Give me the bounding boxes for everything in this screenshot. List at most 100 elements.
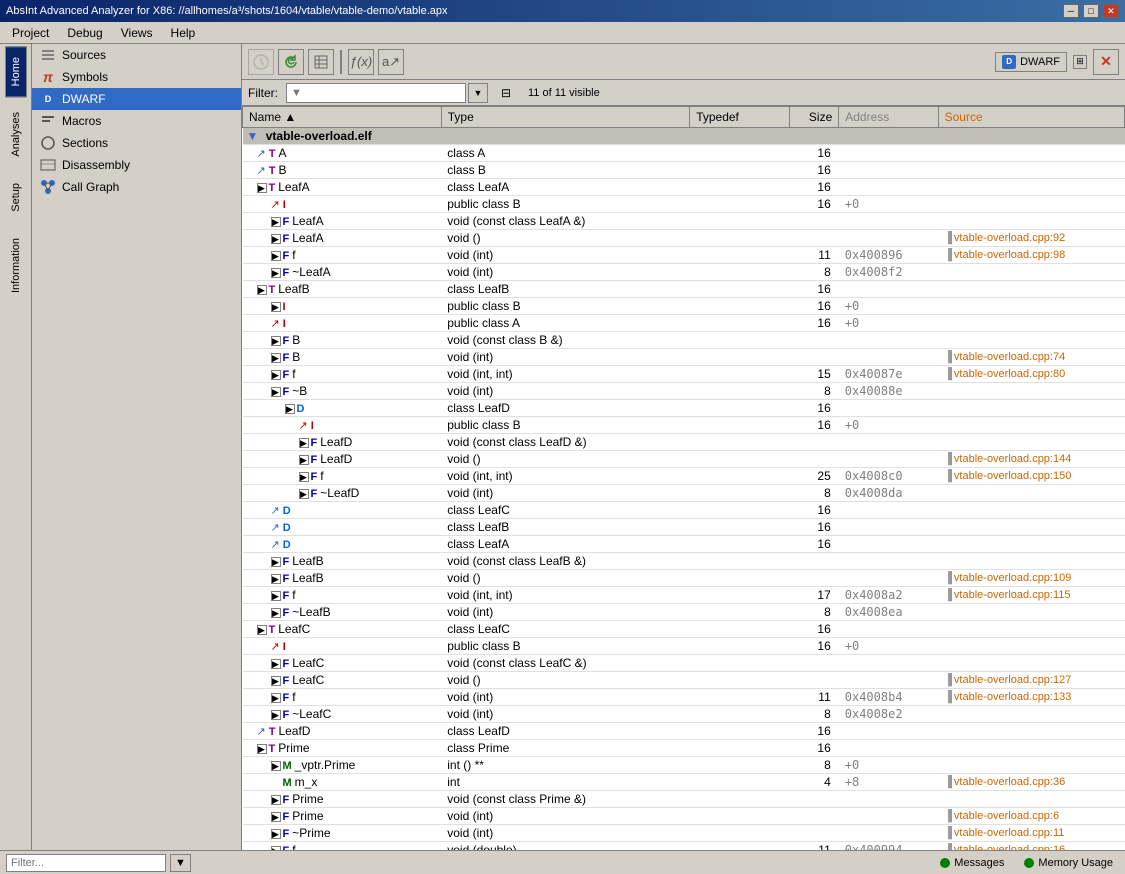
cell-type: void (int, int) — [441, 366, 689, 383]
maximize-button[interactable]: □ — [1083, 4, 1099, 18]
table-row[interactable]: ↗TAclass A16 — [243, 145, 1125, 162]
cell-source — [938, 723, 1124, 740]
cell-type: class LeafC — [441, 621, 689, 638]
cell-type: class Prime — [441, 740, 689, 757]
minimize-button[interactable]: ─ — [1063, 4, 1079, 18]
table-row[interactable]: ↗Ipublic class B16+0 — [243, 417, 1125, 434]
table-row[interactable]: ▶Ipublic class B16+0 — [243, 298, 1125, 315]
table-row[interactable]: ↗Dclass LeafA16 — [243, 536, 1125, 553]
table-row[interactable]: ▶Ffvoid (int, int)250x4008c0▐vtable-over… — [243, 468, 1125, 485]
table-row[interactable]: ↗Ipublic class A16+0 — [243, 315, 1125, 332]
cell-type: void (int) — [441, 689, 689, 706]
table-row[interactable]: ↗Ipublic class B16+0 — [243, 196, 1125, 213]
table-row[interactable]: ▶FLeafDvoid ()▐vtable-overload.cpp:144 — [243, 451, 1125, 468]
table-row[interactable]: ↗Dclass LeafC16 — [243, 502, 1125, 519]
table-row[interactable]: ▶TLeafAclass LeafA16 — [243, 179, 1125, 196]
nav-symbols[interactable]: π Symbols — [32, 66, 241, 88]
nav-disassembly[interactable]: Disassembly — [32, 154, 241, 176]
arrow-button[interactable]: a↗ — [378, 49, 404, 75]
table-container[interactable]: Name ▲ Type Typedef Size Address Source … — [242, 106, 1125, 850]
col-header-address[interactable]: Address — [839, 107, 938, 128]
close-panel-button[interactable]: ✕ — [1093, 49, 1119, 75]
tab-home[interactable]: Home — [5, 46, 27, 97]
nav-sections[interactable]: Sections — [32, 132, 241, 154]
filter-dropdown-button[interactable]: ▼ — [468, 83, 488, 103]
table-row[interactable]: ▶TLeafBclass LeafB16 — [243, 281, 1125, 298]
table-row[interactable]: ▶FLeafDvoid (const class LeafD &) — [243, 434, 1125, 451]
col-header-source[interactable]: Source — [938, 107, 1124, 128]
nav-sources[interactable]: Sources — [32, 44, 241, 66]
cell-name: ▶FPrime — [243, 808, 442, 825]
tab-setup[interactable]: Setup — [5, 172, 27, 223]
refresh-button[interactable] — [278, 49, 304, 75]
table-row[interactable]: ↗Dclass LeafB16 — [243, 519, 1125, 536]
table-row[interactable]: ▶Dclass LeafD16 — [243, 400, 1125, 417]
table-row[interactable]: ▶FLeafBvoid (const class LeafB &) — [243, 553, 1125, 570]
cell-name: ↗D — [243, 519, 442, 536]
cell-address: +0 — [839, 196, 938, 213]
table-row[interactable]: ▶FLeafBvoid ()▐vtable-overload.cpp:109 — [243, 570, 1125, 587]
cell-size: 16 — [789, 298, 839, 315]
settings-button[interactable] — [308, 49, 334, 75]
table-row[interactable]: ▶F~Bvoid (int)80x40088e — [243, 383, 1125, 400]
cell-address — [839, 519, 938, 536]
menu-debug[interactable]: Debug — [59, 24, 110, 42]
cell-source — [938, 315, 1124, 332]
table-row[interactable]: ▶Ffvoid (int, int)170x4008a2▐vtable-over… — [243, 587, 1125, 604]
table-row[interactable]: ▶F~LeafAvoid (int)80x4008f2 — [243, 264, 1125, 281]
filter-text-input[interactable] — [286, 83, 466, 103]
cell-name: ▶F~Prime — [243, 825, 442, 842]
status-tab-memory-label: Memory Usage — [1038, 857, 1113, 869]
table-row[interactable]: ▶FBvoid (const class B &) — [243, 332, 1125, 349]
table-row[interactable]: Mm_xint4+8▐vtable-overload.cpp:36 — [243, 774, 1125, 791]
table-row[interactable]: ▶F~Primevoid (int)▐vtable-overload.cpp:1… — [243, 825, 1125, 842]
nav-dwarf-label: DWARF — [62, 92, 106, 106]
table-row[interactable]: ▶F~LeafBvoid (int)80x4008ea — [243, 604, 1125, 621]
nav-macros[interactable]: Macros — [32, 110, 241, 132]
table-row[interactable]: ▶F~LeafCvoid (int)80x4008e2 — [243, 706, 1125, 723]
table-row[interactable]: ▶FLeafCvoid (const class LeafC &) — [243, 655, 1125, 672]
cell-typedef — [690, 162, 789, 179]
col-header-type[interactable]: Type — [441, 107, 689, 128]
table-row[interactable]: ▶Ffvoid (double)110x400994▐vtable-overlo… — [243, 842, 1125, 851]
table-row[interactable]: ▶FLeafAvoid ()▐vtable-overload.cpp:92 — [243, 230, 1125, 247]
table-row[interactable]: ▶FLeafAvoid (const class LeafA &) — [243, 213, 1125, 230]
col-header-name[interactable]: Name ▲ — [243, 107, 442, 128]
back-button[interactable] — [248, 49, 274, 75]
table-row[interactable]: ▶FPrimevoid (int)▐vtable-overload.cpp:6 — [243, 808, 1125, 825]
table-row[interactable]: ↗Ipublic class B16+0 — [243, 638, 1125, 655]
expand-view-button[interactable]: ⊞ — [1073, 55, 1087, 69]
table-row[interactable]: ▶FBvoid (int)▐vtable-overload.cpp:74 — [243, 349, 1125, 366]
cell-type: int — [441, 774, 689, 791]
status-tab-messages[interactable]: Messages — [934, 856, 1010, 870]
status-tab-memory[interactable]: Memory Usage — [1018, 856, 1119, 870]
table-row[interactable]: ↗TBclass B16 — [243, 162, 1125, 179]
function-button[interactable]: ƒ(x) — [348, 49, 374, 75]
table-row[interactable]: ↗TLeafDclass LeafD16 — [243, 723, 1125, 740]
col-header-size[interactable]: Size — [789, 107, 839, 128]
close-button[interactable]: ✕ — [1103, 4, 1119, 18]
cell-typedef — [690, 553, 789, 570]
table-row[interactable]: ▶Ffvoid (int)110x400896▐vtable-overload.… — [243, 247, 1125, 264]
table-row[interactable]: ▶FPrimevoid (const class Prime &) — [243, 791, 1125, 808]
table-row[interactable]: ▶M_vptr.Primeint () **8+0 — [243, 757, 1125, 774]
status-filter-input[interactable] — [6, 854, 166, 872]
menu-views[interactable]: Views — [113, 24, 161, 42]
table-row[interactable]: ▶TLeafCclass LeafC16 — [243, 621, 1125, 638]
menu-project[interactable]: Project — [4, 24, 57, 42]
table-row[interactable]: ▶FLeafCvoid ()▐vtable-overload.cpp:127 — [243, 672, 1125, 689]
cell-size — [789, 451, 839, 468]
menu-help[interactable]: Help — [163, 24, 204, 42]
cell-source — [938, 162, 1124, 179]
nav-dwarf[interactable]: D DWARF — [32, 88, 241, 110]
table-row[interactable]: ▶Ffvoid (int, int)150x40087e▐vtable-over… — [243, 366, 1125, 383]
table-row[interactable]: ▶F~LeafDvoid (int)80x4008da — [243, 485, 1125, 502]
nav-panel: Sources π Symbols D DWARF Macros Section… — [32, 44, 242, 850]
tab-information[interactable]: Information — [5, 227, 27, 304]
status-filter-button[interactable]: ▼ — [170, 854, 191, 872]
nav-callgraph[interactable]: Call Graph — [32, 176, 241, 198]
tab-analyses[interactable]: Analyses — [5, 101, 27, 168]
col-header-typedef[interactable]: Typedef — [690, 107, 789, 128]
table-row[interactable]: ▶TPrimeclass Prime16 — [243, 740, 1125, 757]
table-row[interactable]: ▶Ffvoid (int)110x4008b4▐vtable-overload.… — [243, 689, 1125, 706]
